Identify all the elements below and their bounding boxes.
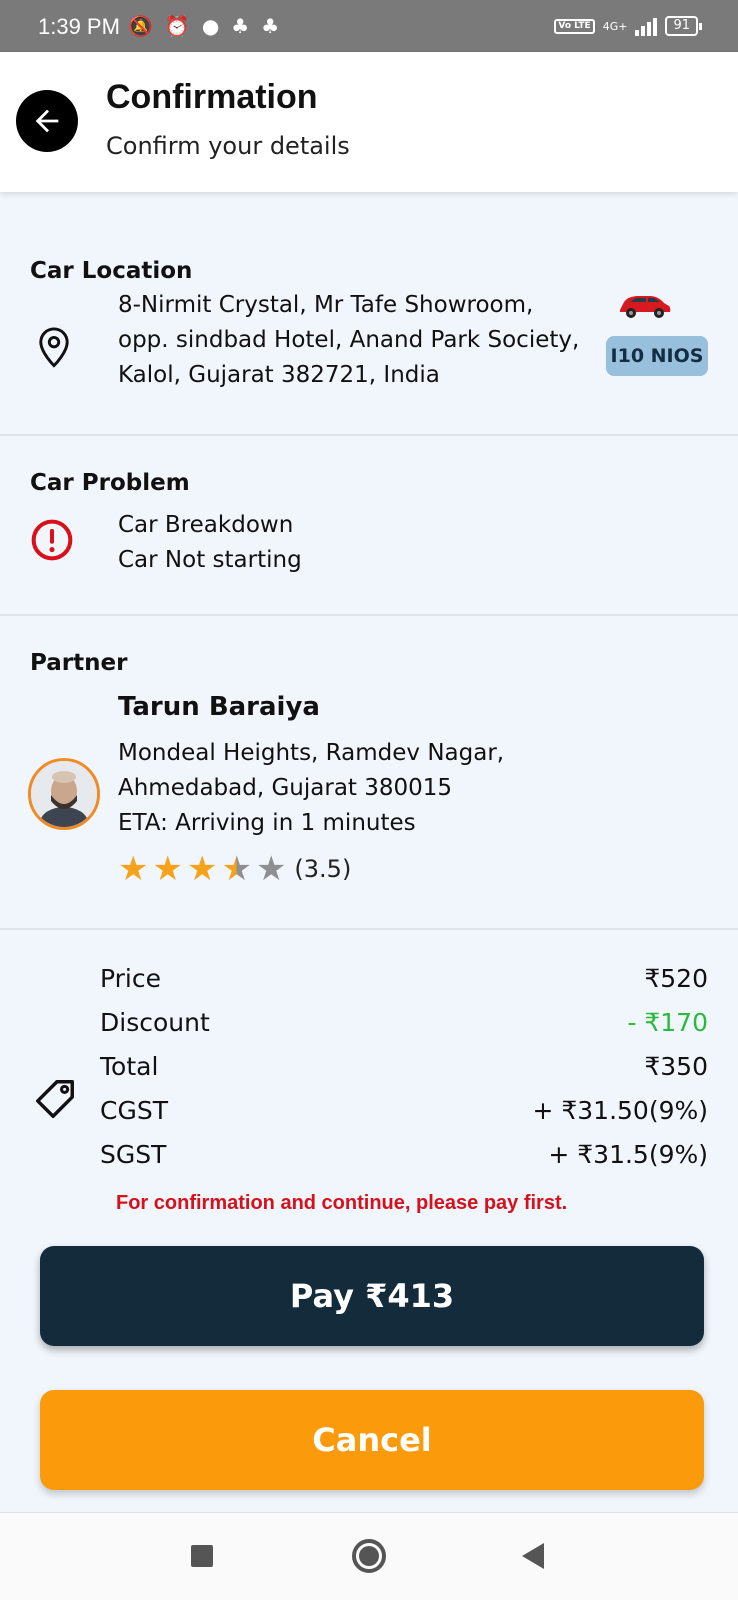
location-pin-icon [39,327,69,368]
car-problem-section: Car Problem Car Breakdown Car Not starti… [0,436,738,616]
signal-icon [635,16,658,36]
status-system-icons: Vo LTE 4G+ 91 [554,16,702,36]
status-time: 1:39 PM [38,14,120,39]
cgst-row: CGST + ₹31.50(9%) [100,1096,708,1125]
total-row: Total ₹350 [100,1052,708,1081]
partner-label: Partner [30,650,128,676]
status-bar: 1:39 PM 🔕 ⏰ ● ♣ ♣ Vo LTE 4G+ 91 [0,0,738,52]
sgst-value: + ₹31.5(9%) [548,1140,708,1169]
app-notification-icon: ♣ [231,14,250,38]
cgst-value: + ₹31.50(9%) [532,1096,708,1125]
app-notification-icon: ♣ [261,14,280,38]
car-location-address-line: Kalol, Gujarat 382721, India [118,362,440,388]
partner-rating: ★ ★ ★ ★ ★ (3.5) [118,852,351,886]
star-icon: ★ [118,849,149,889]
partner-eta: ETA: Arriving in 1 minutes [118,810,416,836]
total-label: Total [100,1052,159,1081]
arrow-left-icon [35,109,59,133]
mute-icon: 🔕 [128,14,153,38]
price-label: Price [100,964,161,993]
partner-address-line: Mondeal Heights, Ramdev Nagar, [118,740,505,766]
payment-warning: For confirmation and continue, please pa… [116,1192,568,1214]
record-icon: ● [201,14,220,38]
star-icon: ★ [152,849,183,889]
sgst-row: SGST + ₹31.5(9%) [100,1140,708,1169]
total-value: ₹350 [644,1052,708,1081]
app-header: Confirmation Confirm your details [0,52,738,192]
discount-value: - ₹170 [627,1008,708,1037]
star-icon: ★ [186,849,218,889]
car-location-address-line: opp. sindbad Hotel, Anand Park Society, [118,327,580,353]
price-value: ₹520 [644,964,708,993]
alarm-icon: ⏰ [164,14,190,38]
cgst-label: CGST [100,1096,168,1125]
car-icon [620,296,671,318]
recents-button[interactable] [191,1545,213,1567]
system-back-button[interactable] [522,1543,544,1569]
back-button[interactable] [16,90,78,152]
pay-button[interactable]: Pay ₹413 [40,1246,704,1346]
price-row: Price ₹520 [100,964,708,993]
car-model-badge: I10 NIOS [606,336,708,376]
page-subtitle: Confirm your details [106,132,350,160]
avatar [28,758,100,830]
partner-photo [31,761,97,827]
car-problem-line: Car Breakdown [118,512,294,538]
car-problem-label: Car Problem [30,470,190,496]
rating-value: (3.5) [294,855,352,883]
volte-icon: Vo LTE [554,18,595,34]
car-location-label: Car Location [30,258,193,284]
star-icon: ★ [221,849,252,889]
home-button[interactable] [352,1539,386,1573]
discount-label: Discount [100,1008,210,1037]
sgst-label: SGST [100,1140,167,1169]
price-tag-icon [36,1080,74,1118]
cancel-button[interactable]: Cancel [40,1390,704,1490]
partner-address-line: Ahmedabad, Gujarat 380015 [118,775,453,801]
discount-row: Discount - ₹170 [100,1008,708,1037]
alert-circle-icon [31,519,73,561]
status-notification-icons: 🔕 ⏰ ● ♣ ♣ [128,14,279,38]
network-type: 4G+ [602,19,628,33]
system-nav-bar [0,1512,738,1600]
battery-icon: 91 [665,16,702,36]
star-icon: ★ [255,849,287,889]
car-problem-line: Car Not starting [118,547,302,573]
car-location-address-line: 8-Nirmit Crystal, Mr Tafe Showroom, [118,292,534,318]
page-title: Confirmation [106,78,318,116]
partner-name: Tarun Baraiya [118,692,320,722]
